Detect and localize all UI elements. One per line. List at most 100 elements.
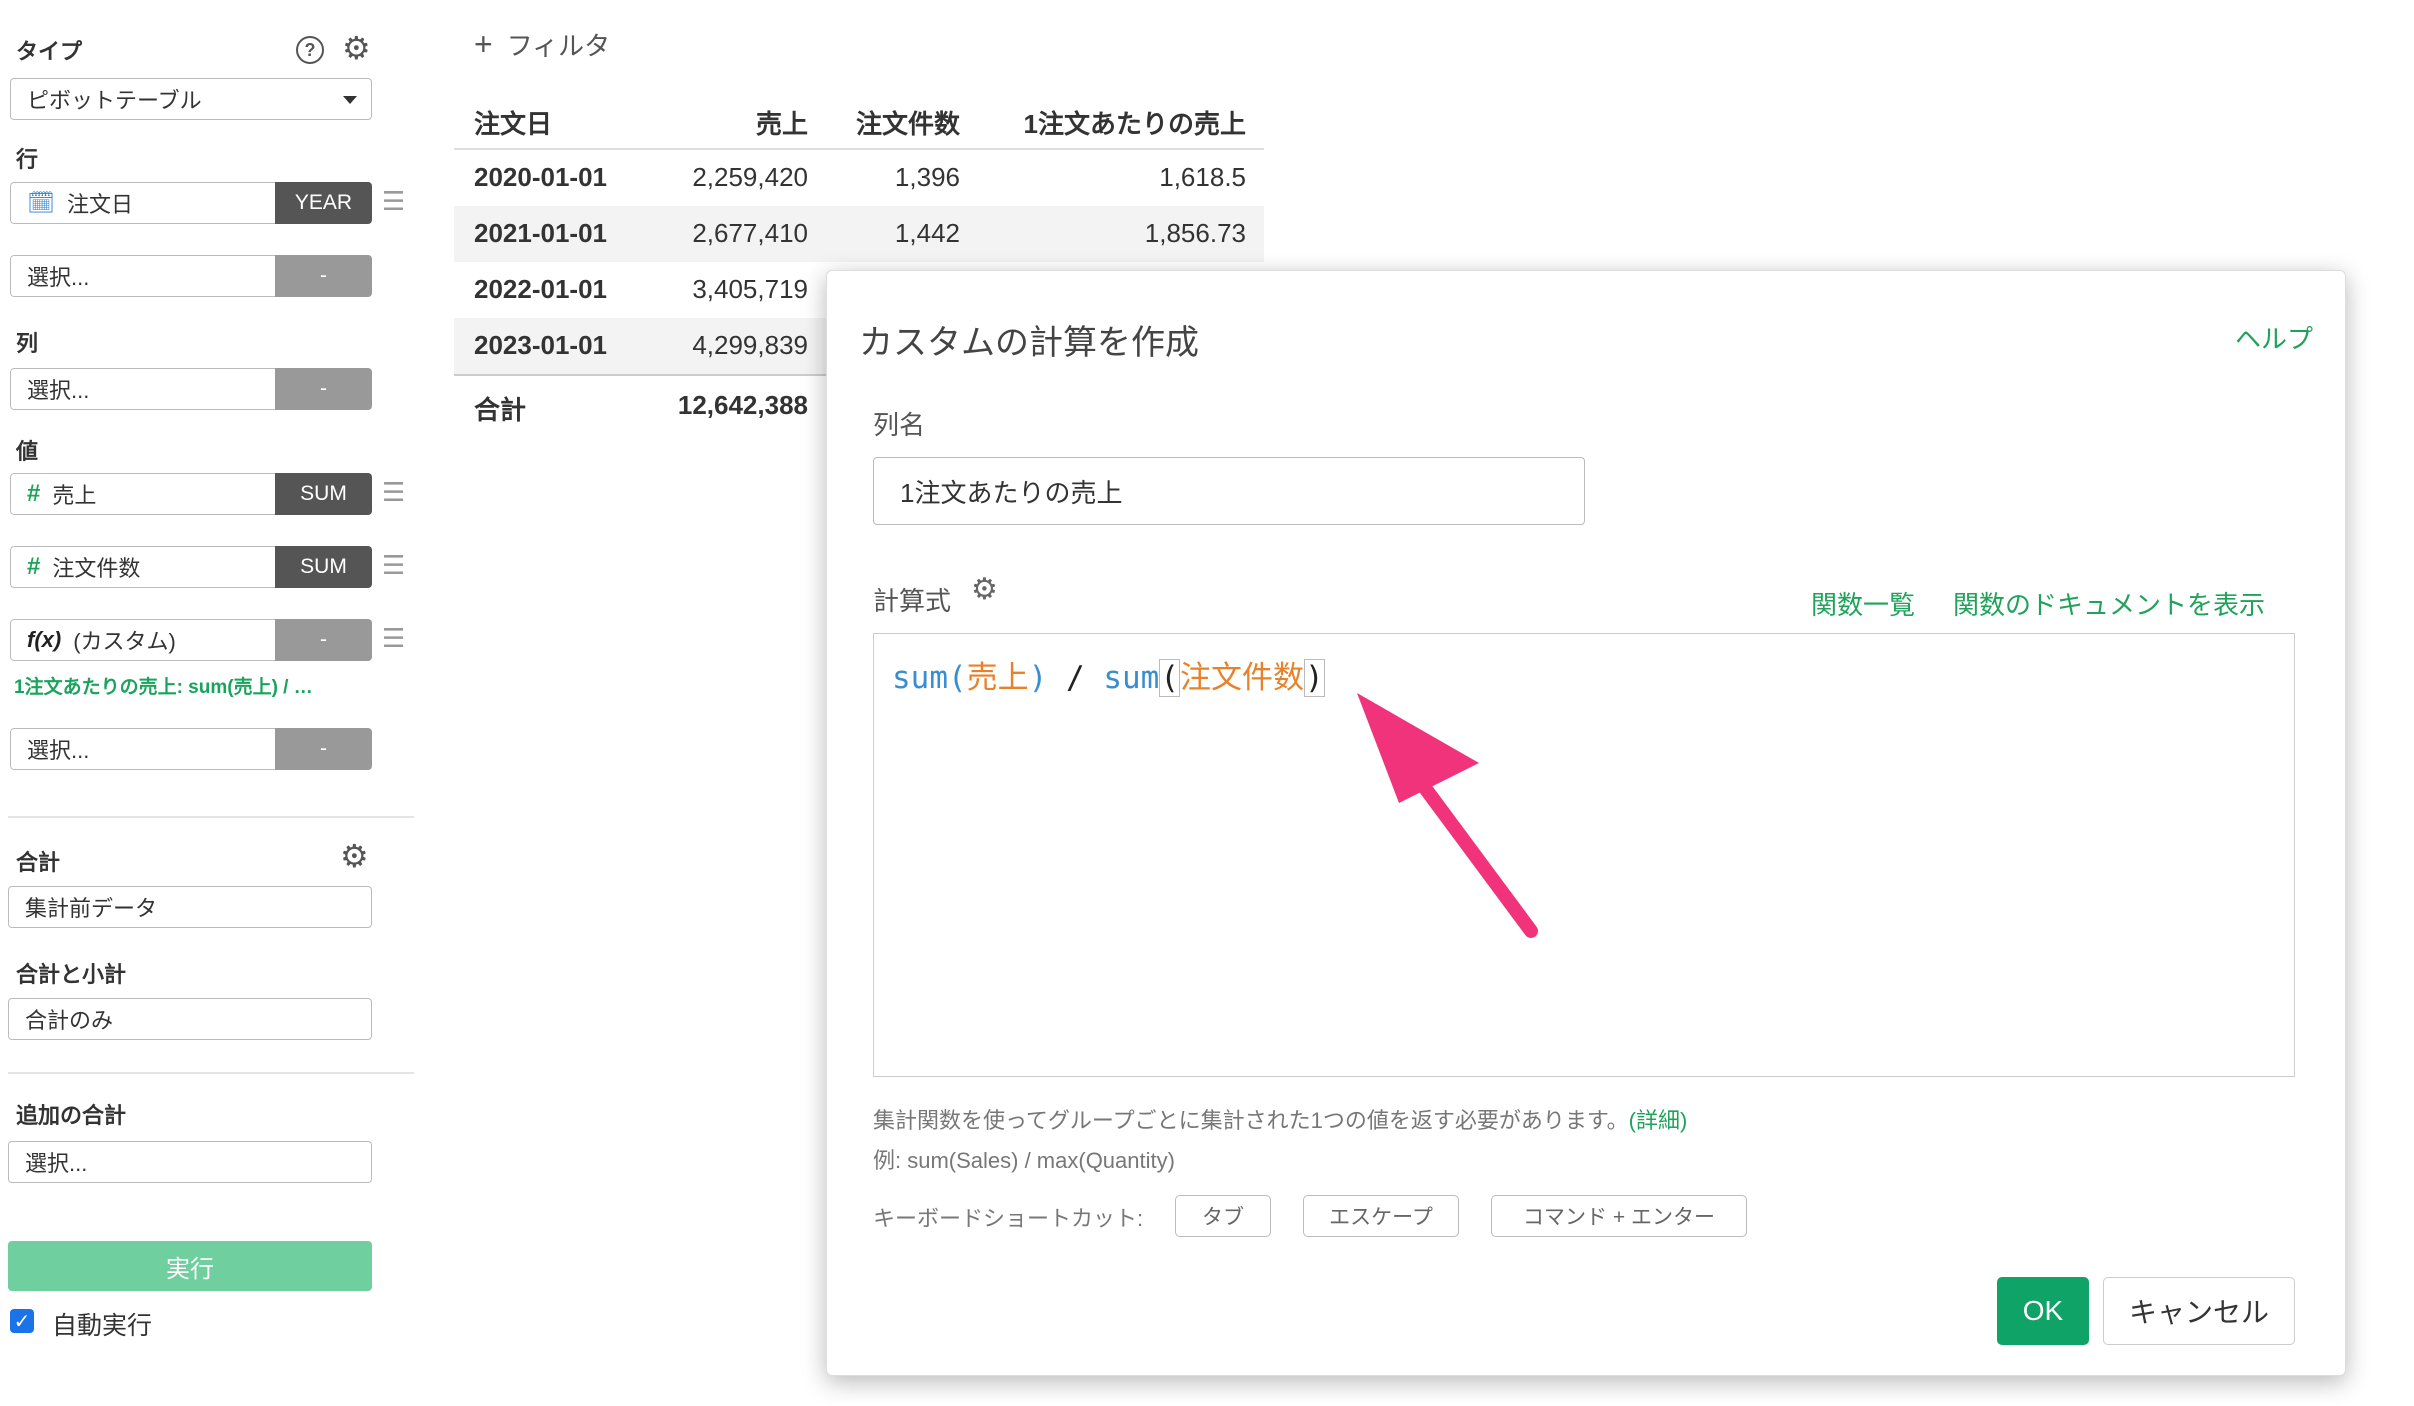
header-order-count[interactable]: 注文件数 bbox=[834, 104, 960, 141]
filter-label: フィルタ bbox=[506, 31, 611, 61]
formula-col2: 注文件数 bbox=[1180, 660, 1304, 696]
calendar-icon: 🗓 bbox=[27, 190, 55, 215]
formula-gear-icon[interactable]: ⚙ bbox=[971, 575, 998, 605]
header-order-date[interactable]: 注文日 bbox=[474, 104, 552, 141]
drag-handle-icon[interactable]: ☰ bbox=[382, 479, 405, 505]
table-row: 2020-01-01 2,259,420 1,396 1,618.5 bbox=[454, 150, 1264, 206]
function-doc-link[interactable]: 関数のドキュメントを表示 bbox=[1953, 585, 2265, 622]
run-button[interactable]: 実行 bbox=[8, 1241, 372, 1291]
total-gear-icon[interactable]: ⚙ bbox=[340, 840, 369, 872]
column-select-placeholder: 選択... bbox=[10, 368, 275, 410]
cell-order-date: 2020-01-01 bbox=[474, 162, 607, 192]
shortcut-label: キーボードショートカット: bbox=[873, 1206, 1144, 1231]
value-field-agg[interactable]: SUM bbox=[275, 546, 372, 588]
value-field-sales[interactable]: # 売上 SUM bbox=[10, 473, 372, 515]
auto-run-label: 自動実行 bbox=[52, 1312, 153, 1340]
column-name-label: 列名 bbox=[873, 410, 926, 440]
cell-sales-per-order: 1,856.73 bbox=[1144, 218, 1246, 248]
shortcut-escape: エスケープ bbox=[1303, 1195, 1459, 1237]
help-link[interactable]: ヘルプ bbox=[2235, 319, 2313, 356]
number-icon: # bbox=[27, 553, 41, 580]
value-field-name: 売上 bbox=[52, 483, 97, 508]
row-field-agg[interactable]: YEAR bbox=[275, 182, 372, 224]
formula-hint: 集計関数を使ってグループごとに集計された1つの値を返す必要があります。(詳細) bbox=[873, 1103, 1687, 1135]
formula-open2: ( bbox=[1159, 659, 1180, 697]
function-icon: f(x) bbox=[27, 627, 62, 652]
auto-run-checkbox[interactable]: ✓ bbox=[10, 1309, 34, 1333]
formula-op: / bbox=[1047, 660, 1104, 696]
value-field-agg[interactable]: - bbox=[275, 619, 372, 661]
cell-order-date: 2022-01-01 bbox=[474, 274, 607, 304]
table-row: 2021-01-01 2,677,410 1,442 1,856.73 bbox=[454, 206, 1264, 262]
formula-fn2: sum bbox=[1103, 660, 1160, 696]
type-select[interactable]: ピボットテーブル bbox=[10, 78, 372, 120]
value-field-name: 注文件数 bbox=[52, 556, 141, 581]
help-icon[interactable]: ? bbox=[296, 36, 324, 64]
cell-order-count: 1,442 bbox=[894, 218, 960, 248]
cell-sales: 2,259,420 bbox=[692, 162, 808, 192]
cell-order-date: 2023-01-01 bbox=[474, 330, 607, 360]
formula-label: 計算式 bbox=[873, 586, 952, 616]
shortcut-cmd-enter: コマンド + エンター bbox=[1491, 1195, 1747, 1237]
value-select[interactable]: 選択... - bbox=[10, 728, 372, 770]
divider bbox=[8, 816, 414, 818]
row-select-placeholder: 選択... bbox=[10, 255, 275, 297]
column-name-input[interactable]: 1注文あたりの売上 bbox=[873, 457, 1585, 525]
gear-icon[interactable]: ⚙ bbox=[342, 32, 371, 64]
value-field-custom[interactable]: f(x) (カスタム) - bbox=[10, 619, 372, 661]
ok-button[interactable]: OK bbox=[1997, 1277, 2089, 1345]
chevron-down-icon bbox=[343, 96, 357, 104]
plus-icon: + bbox=[474, 26, 493, 62]
type-label: タイプ bbox=[16, 39, 83, 64]
row-label: 行 bbox=[16, 147, 39, 172]
cell-total-label: 合計 bbox=[474, 395, 527, 425]
cell-total-sales: 12,642,388 bbox=[677, 390, 808, 420]
total-select-value: 集計前データ bbox=[25, 896, 158, 921]
formula-fn1: sum( bbox=[892, 660, 967, 696]
row-select[interactable]: 選択... - bbox=[10, 255, 372, 297]
cell-order-count: 1,396 bbox=[894, 162, 960, 192]
cell-order-date: 2021-01-01 bbox=[474, 218, 607, 248]
custom-calc-dialog: カスタムの計算を作成 ヘルプ 列名 1注文あたりの売上 計算式 ⚙ 関数一覧 関… bbox=[826, 270, 2346, 1376]
subtotal-select-value: 合計のみ bbox=[25, 1008, 114, 1033]
drag-handle-icon[interactable]: ☰ bbox=[382, 625, 405, 651]
value-field-name: (カスタム) bbox=[73, 629, 176, 654]
formula-example: 例: sum(Sales) / max(Quantity) bbox=[873, 1148, 1175, 1173]
column-label: 列 bbox=[16, 331, 39, 356]
header-sales[interactable]: 売上 bbox=[654, 104, 808, 141]
extra-total-select[interactable]: 選択... bbox=[8, 1141, 372, 1183]
total-select[interactable]: 集計前データ bbox=[8, 886, 372, 928]
formula-editor[interactable]: sum(売上) / sum(注文件数) bbox=[873, 633, 2295, 1077]
detail-link[interactable]: (詳細) bbox=[1629, 1108, 1688, 1133]
column-select-agg[interactable]: - bbox=[275, 368, 372, 410]
cancel-button[interactable]: キャンセル bbox=[2103, 1277, 2295, 1345]
drag-handle-icon[interactable]: ☰ bbox=[382, 188, 405, 214]
drag-handle-icon[interactable]: ☰ bbox=[382, 552, 405, 578]
extra-total-select-value: 選択... bbox=[25, 1151, 88, 1176]
value-label: 値 bbox=[16, 439, 39, 464]
custom-calc-note[interactable]: 1注文あたりの売上: sum(売上) / … bbox=[14, 672, 372, 699]
formula-col1: 売上 bbox=[966, 660, 1029, 696]
row-field-order-date[interactable]: 🗓 注文日 YEAR bbox=[10, 182, 372, 224]
number-icon: # bbox=[27, 480, 41, 507]
column-select[interactable]: 選択... - bbox=[10, 368, 372, 410]
cell-sales: 3,405,719 bbox=[692, 274, 808, 304]
subtotal-label: 合計と小計 bbox=[16, 962, 127, 987]
formula-close1: ) bbox=[1028, 660, 1048, 696]
filter-button[interactable]: + フィルタ bbox=[474, 26, 610, 63]
table-header-row: 注文日 売上 注文件数 1注文あたりの売上 bbox=[454, 92, 1264, 150]
pointer-arrow-icon bbox=[1357, 693, 1538, 938]
value-field-agg[interactable]: SUM bbox=[275, 473, 372, 515]
subtotal-select[interactable]: 合計のみ bbox=[8, 998, 372, 1040]
dialog-title: カスタムの計算を作成 bbox=[859, 324, 1199, 362]
cell-sales: 2,677,410 bbox=[692, 218, 808, 248]
value-select-agg[interactable]: - bbox=[275, 728, 372, 770]
header-sales-per-order[interactable]: 1注文あたりの売上 bbox=[984, 104, 1246, 141]
cell-sales: 4,299,839 bbox=[692, 330, 808, 360]
row-select-agg[interactable]: - bbox=[275, 255, 372, 297]
formula-close2: ) bbox=[1304, 659, 1325, 697]
value-field-order-count[interactable]: # 注文件数 SUM bbox=[10, 546, 372, 588]
function-list-link[interactable]: 関数一覧 bbox=[1811, 585, 1915, 622]
divider bbox=[8, 1072, 414, 1074]
cell-sales-per-order: 1,618.5 bbox=[1159, 162, 1246, 192]
